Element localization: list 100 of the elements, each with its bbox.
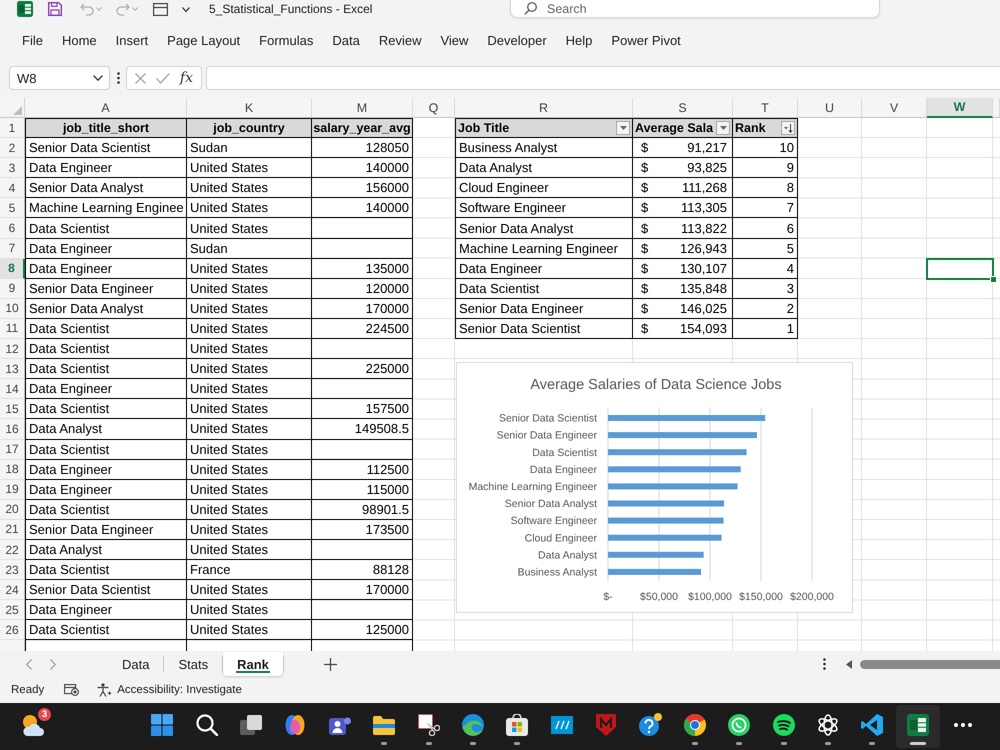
fill-handle[interactable] xyxy=(990,276,997,283)
column-title: Rank xyxy=(735,121,766,136)
menu-tab[interactable]: View xyxy=(440,33,468,49)
table-cell: Data Engineer xyxy=(25,238,187,259)
table-cell: Data Scientist xyxy=(25,218,187,239)
sheet-tab[interactable]: Rank xyxy=(223,652,283,676)
column-letter[interactable]: V xyxy=(862,98,927,118)
search-field[interactable]: Search xyxy=(510,0,880,18)
sheet-tab[interactable]: Data xyxy=(108,652,164,676)
menu-tab[interactable]: Power Pivot xyxy=(611,33,681,49)
menu-tab[interactable]: Formulas xyxy=(259,33,314,49)
row-number[interactable]: 4 xyxy=(0,178,25,198)
row-number[interactable]: 23 xyxy=(0,560,25,580)
row-number[interactable]: 20 xyxy=(0,500,25,520)
column-letter[interactable]: M xyxy=(312,98,413,118)
row-number[interactable]: 3 xyxy=(0,158,25,178)
search-icon xyxy=(196,714,218,736)
currency-symbol: $ xyxy=(641,320,648,336)
row-number[interactable]: 9 xyxy=(0,278,25,299)
column-letter[interactable]: K xyxy=(187,98,312,118)
more-options-button[interactable] xyxy=(117,72,120,84)
next-sheet-button[interactable] xyxy=(50,658,56,670)
row-number[interactable]: 13 xyxy=(0,359,25,380)
filter-button[interactable] xyxy=(616,121,630,136)
formula-input[interactable] xyxy=(206,66,1000,90)
column-letter[interactable]: U xyxy=(798,98,862,118)
table-cell: Data Engineer xyxy=(455,258,633,279)
menu-tab[interactable]: Help xyxy=(566,33,592,49)
four-squares-icon xyxy=(151,714,174,736)
row-number[interactable]: 18 xyxy=(0,460,25,480)
menu-tab[interactable]: Home xyxy=(62,33,97,49)
column-letter[interactable]: Q xyxy=(413,98,455,118)
column-letter[interactable]: S xyxy=(633,98,733,118)
currency-symbol: $ xyxy=(641,240,648,256)
filter-button[interactable] xyxy=(781,121,795,136)
table-cell: United States xyxy=(187,359,312,380)
menu-tab[interactable]: Developer xyxy=(487,33,547,49)
row-number[interactable]: 17 xyxy=(0,440,25,460)
row-number[interactable]: 8 xyxy=(0,258,25,279)
row-number[interactable]: 7 xyxy=(0,238,25,259)
caret-icon xyxy=(132,7,138,11)
table-cell: Senior Data Analyst xyxy=(25,298,187,319)
taskbar-button[interactable] xyxy=(896,705,940,748)
row-number[interactable]: 19 xyxy=(0,480,25,500)
row-number[interactable]: 14 xyxy=(0,379,25,400)
row-number[interactable]: 6 xyxy=(0,218,25,239)
previous-sheet-button[interactable] xyxy=(26,658,32,670)
chevron-down-icon xyxy=(93,75,103,81)
row-number[interactable]: 11 xyxy=(0,318,25,340)
sheet-tab[interactable]: Stats xyxy=(164,652,222,676)
record-macro-button[interactable] xyxy=(64,684,80,696)
table-cell: United States xyxy=(187,158,312,178)
column-letter[interactable]: W xyxy=(927,98,993,118)
menu-tab[interactable]: Data xyxy=(332,33,360,49)
table-cell: 7 xyxy=(733,198,798,218)
folder-icon xyxy=(373,716,396,734)
row-number[interactable]: 25 xyxy=(0,600,25,620)
table-cell: Data Analyst xyxy=(455,158,633,178)
menu-tab[interactable]: File xyxy=(22,33,43,49)
row-number[interactable]: 21 xyxy=(0,520,25,540)
table-cell: 3 xyxy=(733,278,798,299)
wave-circle-icon xyxy=(462,714,484,736)
row-number[interactable]: 12 xyxy=(0,339,25,360)
row-number[interactable]: 16 xyxy=(0,419,25,440)
row-number[interactable]: 26 xyxy=(0,620,25,640)
column-letter[interactable]: A xyxy=(25,98,187,118)
row-number[interactable]: 22 xyxy=(0,540,25,560)
scroll-left-button[interactable] xyxy=(846,660,852,668)
more-options-button[interactable] xyxy=(823,658,826,670)
table-cell: France xyxy=(187,560,312,580)
row-number[interactable]: 5 xyxy=(0,198,25,218)
table-cell: Software Engineer xyxy=(455,198,633,218)
segmented-circle-icon xyxy=(684,714,706,736)
row-number[interactable]: 1 xyxy=(0,118,25,138)
save-button[interactable] xyxy=(48,1,62,17)
table-cell: 170000 xyxy=(312,580,413,600)
taskbar-button[interactable]: 3 xyxy=(13,705,53,748)
name-box[interactable]: W8 xyxy=(9,66,110,90)
row-number[interactable]: 24 xyxy=(0,580,25,600)
add-sheet-button[interactable] xyxy=(324,658,337,670)
table-cell: Cloud Engineer xyxy=(455,178,633,198)
insert-function-button[interactable]: fx xyxy=(180,70,193,86)
column-letter[interactable]: R xyxy=(455,98,633,118)
filter-button[interactable] xyxy=(716,121,730,136)
row-number[interactable]: 10 xyxy=(0,298,25,319)
table-cell: United States xyxy=(187,218,312,239)
menu-tab[interactable]: Insert xyxy=(116,33,148,49)
table-cell: United States xyxy=(187,178,312,198)
table-cell: United States xyxy=(187,318,312,340)
app-logo-button[interactable] xyxy=(17,1,33,17)
close-icon xyxy=(134,72,146,84)
column-letter[interactable]: T xyxy=(733,98,798,118)
row-number[interactable]: 2 xyxy=(0,138,25,158)
menu-tab[interactable]: Review xyxy=(378,33,422,49)
form-button[interactable] xyxy=(153,1,168,17)
scrollbar-thumb[interactable] xyxy=(860,660,1000,668)
menu-tab[interactable]: Page Layout xyxy=(167,33,240,49)
row-number[interactable]: 15 xyxy=(0,399,25,420)
accessibility-button[interactable]: Accessibility: Investigate xyxy=(97,683,242,697)
table-cell: United States xyxy=(187,419,312,440)
